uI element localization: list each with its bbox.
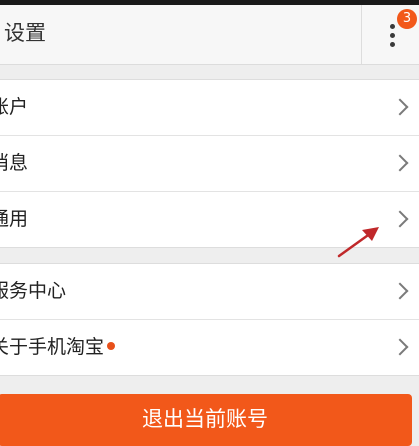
settings-item-label: 消息 <box>0 152 29 174</box>
chevron-right-icon <box>391 98 409 116</box>
chevron-right-icon <box>391 282 409 300</box>
annotation-arrow-icon <box>337 227 379 258</box>
chevron-right-icon <box>391 338 409 356</box>
more-options-button[interactable]: 3 <box>362 5 419 64</box>
logout-button[interactable]: 退出当前账号 <box>0 394 412 446</box>
chevron-right-icon <box>391 210 409 228</box>
settings-item-label: 关于手机淘宝 <box>0 320 116 375</box>
settings-group-about: 服务中心 关于手机淘宝 <box>0 263 419 376</box>
page-title: 设置 <box>4 21 46 45</box>
header-bar: 设置 3 <box>0 5 419 65</box>
notification-badge: 3 <box>397 9 417 29</box>
settings-item-label-text: 关于手机淘宝 <box>0 336 105 358</box>
settings-item-label: 通用 <box>0 208 29 230</box>
settings-item-messages[interactable]: 消息 <box>0 136 419 192</box>
more-vertical-icon <box>390 24 396 48</box>
settings-item-service-center[interactable]: 服务中心 <box>0 264 419 320</box>
settings-item-account[interactable]: 账户 <box>0 80 419 136</box>
settings-item-label: 服务中心 <box>0 280 67 302</box>
settings-item-label: 账户 <box>0 96 29 118</box>
new-indicator-dot <box>107 341 116 350</box>
chevron-right-icon <box>391 154 409 172</box>
settings-group-account: 账户 消息 通用 <box>0 79 419 248</box>
settings-item-about[interactable]: 关于手机淘宝 <box>0 320 419 375</box>
